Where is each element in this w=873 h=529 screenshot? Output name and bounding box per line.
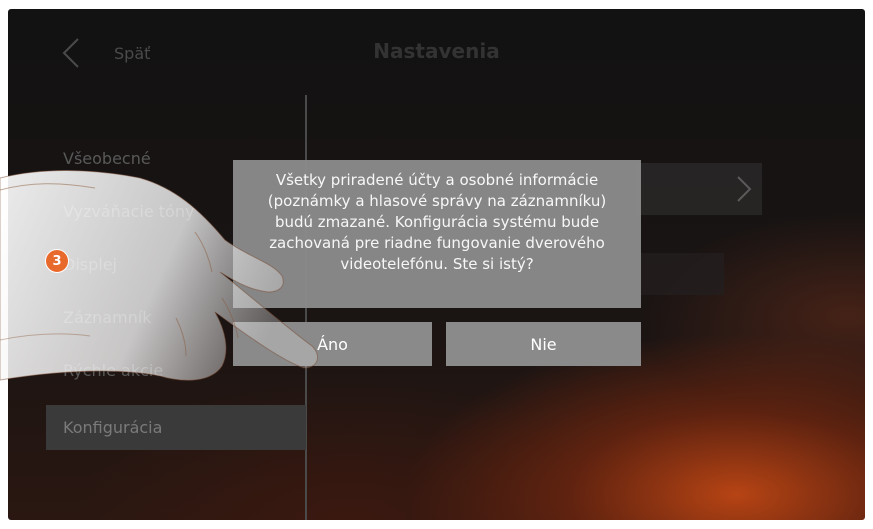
menu-item-label: Všeobecné — [63, 149, 151, 168]
no-button[interactable]: Nie — [446, 322, 641, 366]
menu-item-label: Vyzváňacie tóny — [63, 202, 195, 221]
yes-button[interactable]: Áno — [233, 322, 432, 366]
yes-button-label: Áno — [317, 334, 348, 354]
menu-item-configuration[interactable]: Konfigurácia — [46, 405, 306, 450]
confirmation-dialog: Všetky priradené účty a osobné informáci… — [233, 160, 641, 308]
menu-item-label: Konfigurácia — [63, 418, 163, 437]
dialog-message: Všetky priradené účty a osobné informáci… — [267, 171, 607, 273]
chevron-right-icon — [737, 176, 752, 202]
menu-item-label: Rýchle akcie — [63, 361, 164, 380]
no-button-label: Nie — [530, 334, 557, 354]
menu-item-label: Displej — [63, 255, 117, 274]
page-title: Nastavenia — [373, 39, 500, 63]
top-bar: Späť Nastavenia — [8, 9, 865, 95]
menu-item-label: Záznamník — [63, 308, 152, 327]
step-number-badge: 3 — [45, 249, 69, 273]
